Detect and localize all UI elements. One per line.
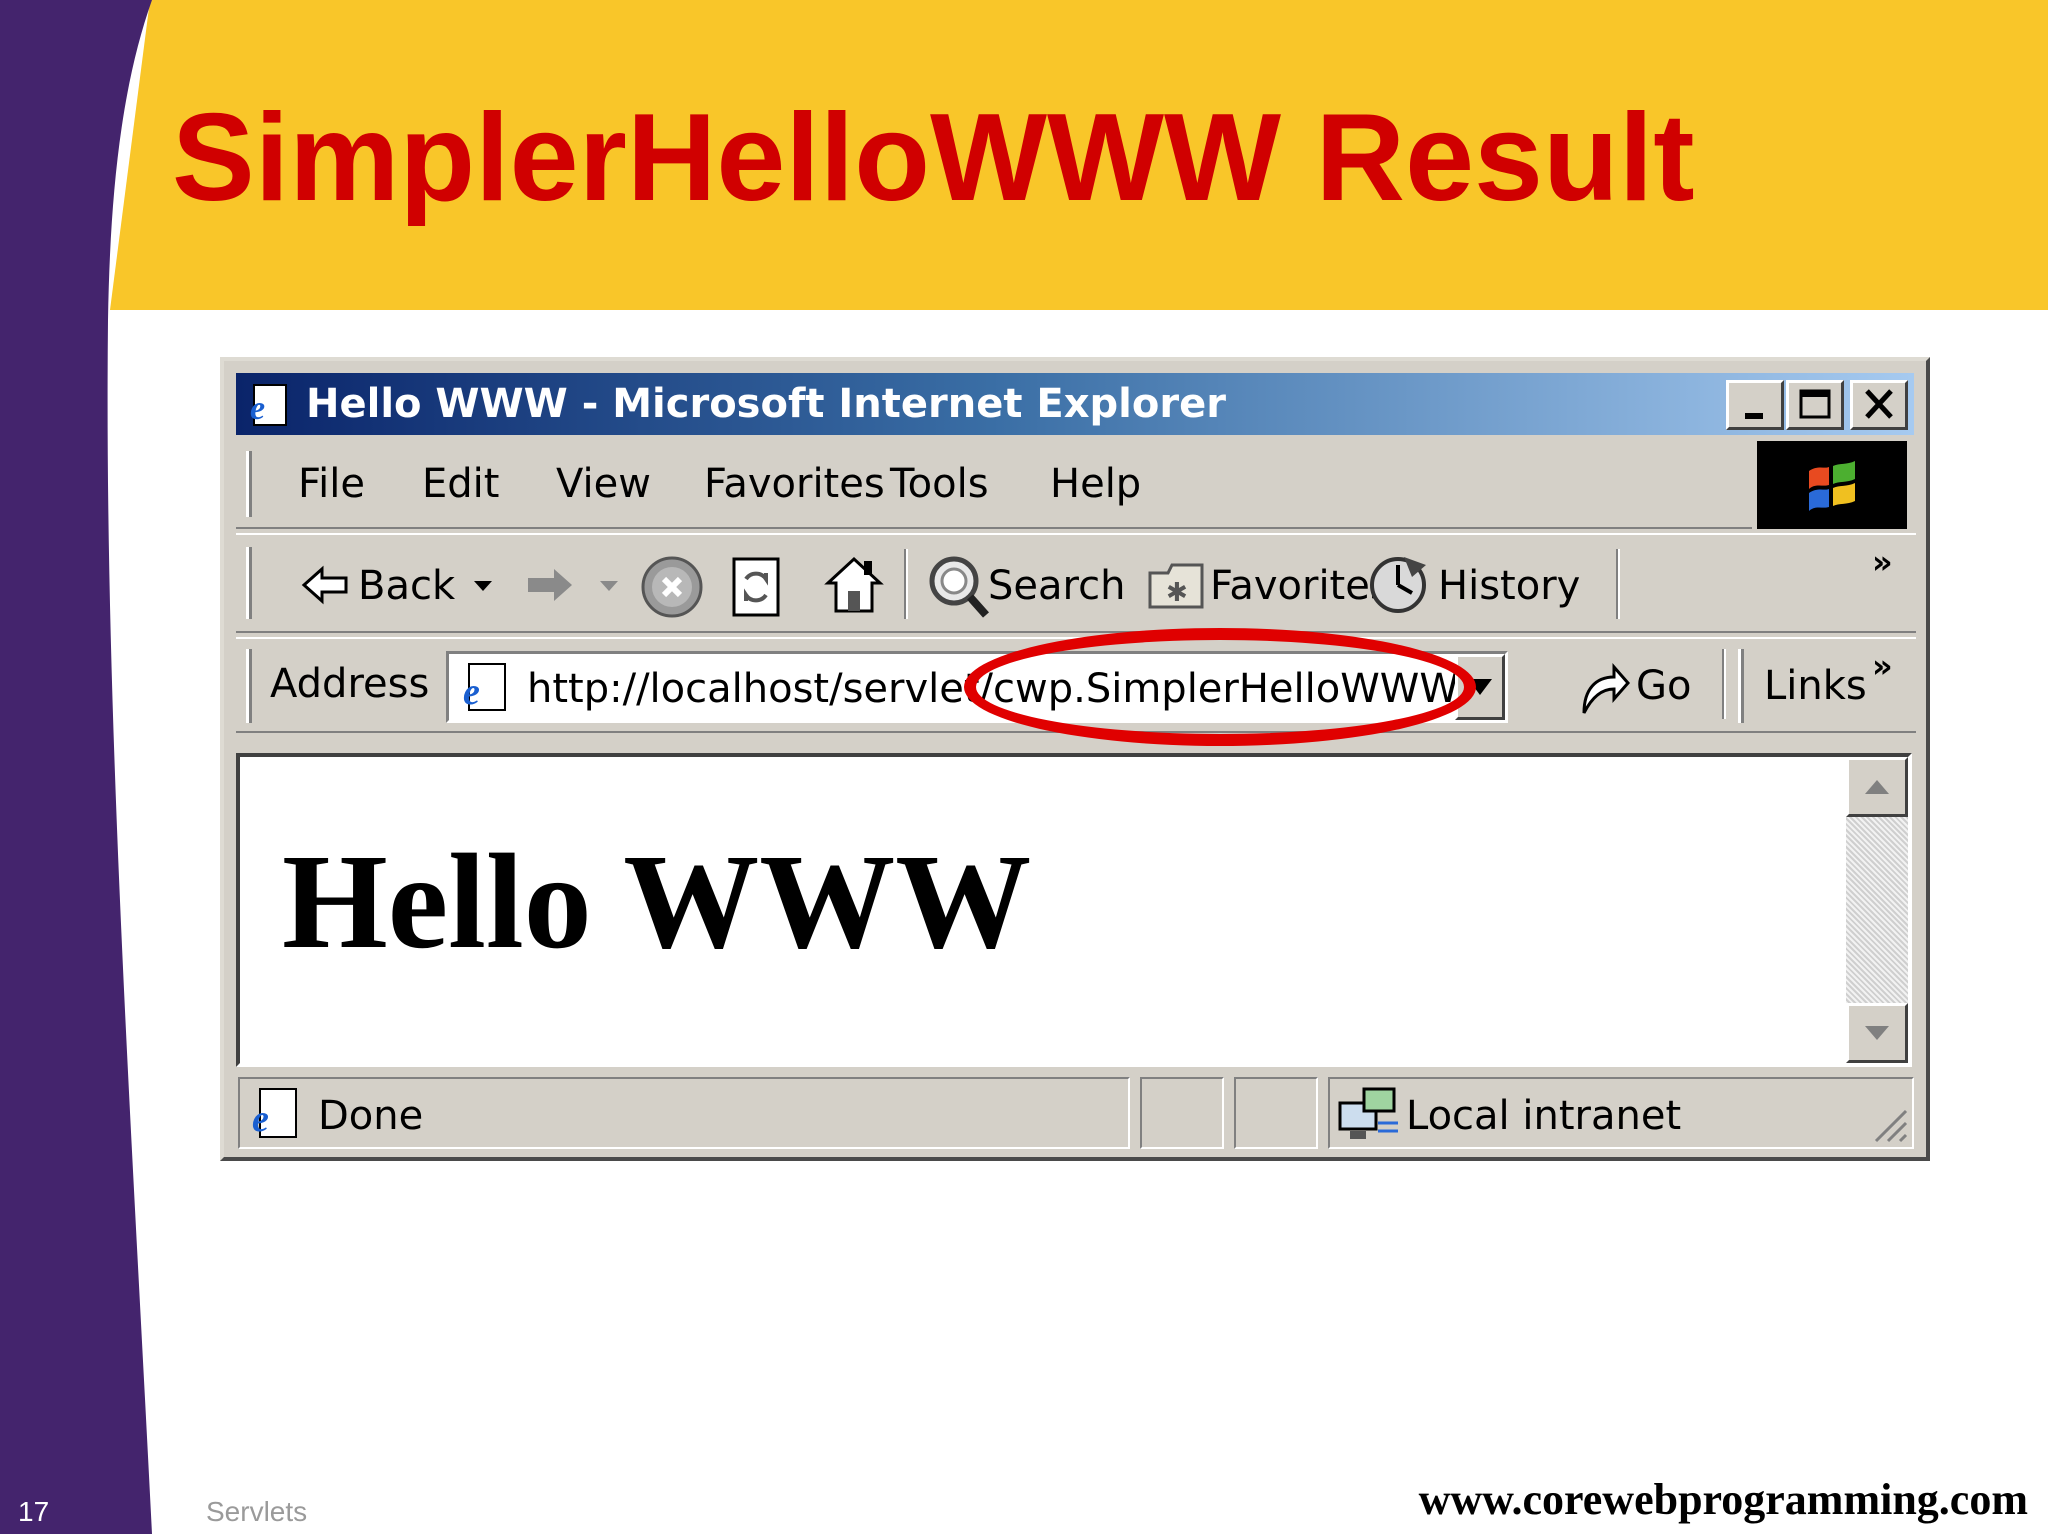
slide-footer-section: Servlets	[206, 1496, 308, 1527]
slide-title: SimplerHelloWWW Result	[172, 89, 1695, 227]
ie-page-icon: e	[463, 663, 506, 713]
page-content: Hello WWW	[236, 753, 1912, 1067]
window-title: Hello WWW - Microsoft Internet Explorer	[306, 381, 1226, 427]
address-label: Address	[270, 661, 430, 707]
menu-bar: File Edit View Favorites Tools Help	[236, 439, 1752, 529]
go-arrow-icon	[1582, 663, 1630, 714]
close-button[interactable]	[1850, 380, 1908, 430]
maximize-icon	[1799, 389, 1831, 419]
favorites-icon: ✱	[1148, 563, 1204, 609]
address-grip[interactable]	[246, 649, 252, 723]
links-button[interactable]: Links	[1764, 663, 1867, 709]
menu-view[interactable]: View	[556, 461, 651, 507]
menu-help[interactable]: Help	[1050, 461, 1141, 507]
scroll-up-icon	[1865, 780, 1889, 794]
scroll-up-button[interactable]	[1846, 757, 1908, 817]
address-separator	[1722, 649, 1726, 719]
go-button[interactable]: Go	[1636, 663, 1691, 709]
menu-edit[interactable]: Edit	[422, 461, 499, 507]
favorites-button[interactable]: Favorites	[1210, 563, 1391, 609]
links-chevron-icon[interactable]: »	[1872, 647, 1893, 685]
back-button[interactable]: Back	[358, 563, 455, 609]
toolbar-separator	[904, 549, 908, 619]
menu-grip[interactable]	[246, 451, 252, 517]
toolbar-chevron-icon[interactable]: »	[1872, 543, 1893, 581]
svg-text:e: e	[463, 671, 480, 713]
menu-tools[interactable]: Tools	[890, 461, 989, 507]
toolbar-separator	[1616, 549, 1620, 619]
maximize-button[interactable]	[1786, 380, 1844, 430]
status-panel-3	[1234, 1077, 1318, 1149]
close-icon	[1865, 389, 1893, 419]
content-heading: Hello WWW	[282, 827, 1032, 977]
search-button[interactable]: Search	[988, 563, 1125, 609]
svg-text:✱: ✱	[1166, 578, 1188, 608]
windows-logo-icon	[1809, 461, 1855, 511]
intranet-icon	[1338, 1087, 1398, 1139]
windows-logo	[1757, 441, 1907, 529]
svg-text:e: e	[252, 1098, 269, 1140]
svg-text:e: e	[250, 390, 265, 427]
minimize-icon	[1745, 413, 1763, 419]
standard-toolbar: Back Search ✱ Favorites History »	[236, 533, 1916, 633]
search-icon	[929, 556, 989, 618]
window-titlebar[interactable]: e Hello WWW - Microsoft Internet Explore…	[236, 373, 1914, 435]
menu-favorites[interactable]: Favorites	[704, 461, 885, 507]
forward-arrow-icon[interactable]	[524, 565, 576, 605]
ie-browser-window: e Hello WWW - Microsoft Internet Explore…	[220, 357, 1930, 1161]
slide-number: 17	[18, 1496, 50, 1527]
vertical-scrollbar[interactable]	[1846, 757, 1908, 1063]
status-panel-2	[1140, 1077, 1224, 1149]
menu-file[interactable]: File	[298, 461, 365, 507]
forward-dropdown-icon[interactable]	[598, 579, 620, 593]
status-zone-panel: Local intranet	[1328, 1077, 1914, 1149]
resize-grip-icon[interactable]	[1868, 1103, 1908, 1143]
links-grip[interactable]	[1738, 649, 1744, 723]
ie-page-icon: e	[252, 1088, 297, 1140]
stop-icon[interactable]	[640, 555, 704, 619]
ie-page-icon: e	[250, 384, 287, 427]
slide-footer-url: www.corewebprogramming.com	[1418, 1475, 2028, 1524]
home-icon[interactable]	[824, 553, 884, 617]
history-button[interactable]: History	[1438, 563, 1580, 609]
history-icon	[1370, 557, 1426, 613]
refresh-icon[interactable]	[730, 555, 782, 619]
scroll-down-icon	[1865, 1026, 1889, 1040]
toolbar-grip[interactable]	[246, 547, 252, 619]
scroll-down-button[interactable]	[1846, 1003, 1908, 1063]
status-text: Done	[318, 1093, 424, 1139]
back-arrow-icon	[301, 565, 348, 605]
back-dropdown-icon[interactable]	[472, 579, 494, 593]
minimize-button[interactable]	[1726, 380, 1784, 430]
url-highlight-ellipse	[964, 628, 1476, 746]
status-bar: e Done Local intranet	[236, 1077, 1916, 1151]
status-zone: Local intranet	[1406, 1093, 1682, 1139]
status-main-panel: e Done	[238, 1077, 1130, 1149]
